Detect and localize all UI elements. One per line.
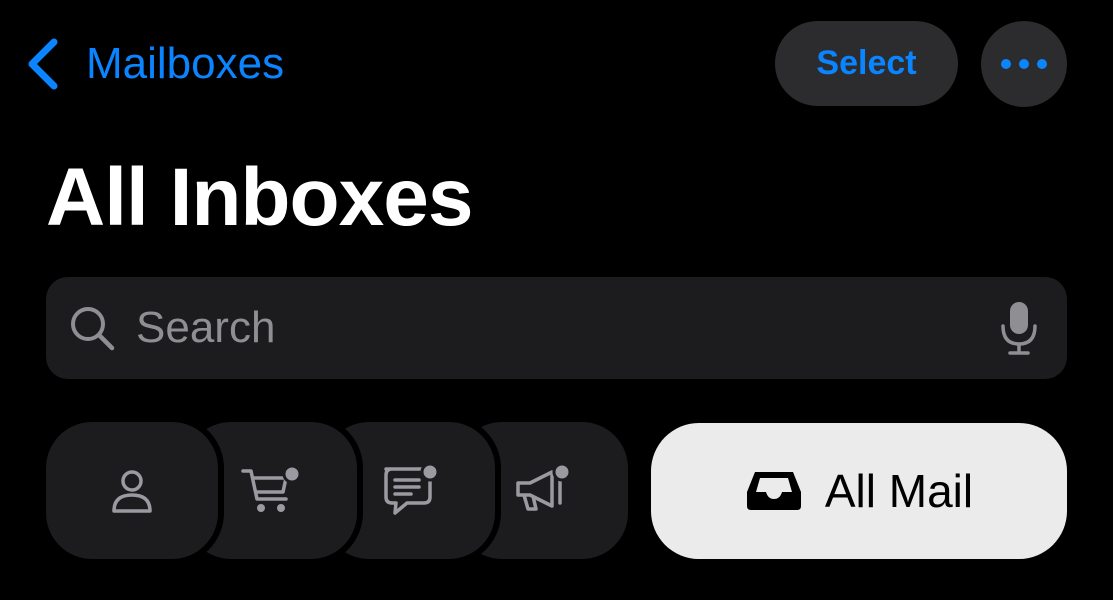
- microphone-icon[interactable]: [999, 300, 1039, 356]
- inbox-tray-icon: [746, 472, 801, 510]
- back-to-mailboxes-button[interactable]: Mailboxes: [22, 36, 284, 92]
- search-icon: [71, 307, 115, 351]
- megaphone-icon: [516, 462, 572, 511]
- all-mail-label: All Mail: [824, 465, 974, 517]
- person-icon: [112, 469, 152, 513]
- all-mail-button[interactable]: All Mail: [651, 423, 1067, 559]
- category-primary-button[interactable]: [46, 422, 218, 559]
- back-label: Mailboxes: [86, 39, 285, 88]
- page-title: All Inboxes: [46, 152, 473, 243]
- select-button[interactable]: Select: [775, 21, 958, 106]
- more-options-button[interactable]: [981, 21, 1067, 107]
- shopping-cart-icon: [241, 464, 302, 512]
- ellipsis-icon: [1001, 59, 1047, 69]
- search-bar[interactable]: [46, 277, 1067, 379]
- chevron-left-icon: [28, 38, 58, 90]
- search-input[interactable]: [136, 303, 999, 353]
- message-icon: [384, 462, 439, 515]
